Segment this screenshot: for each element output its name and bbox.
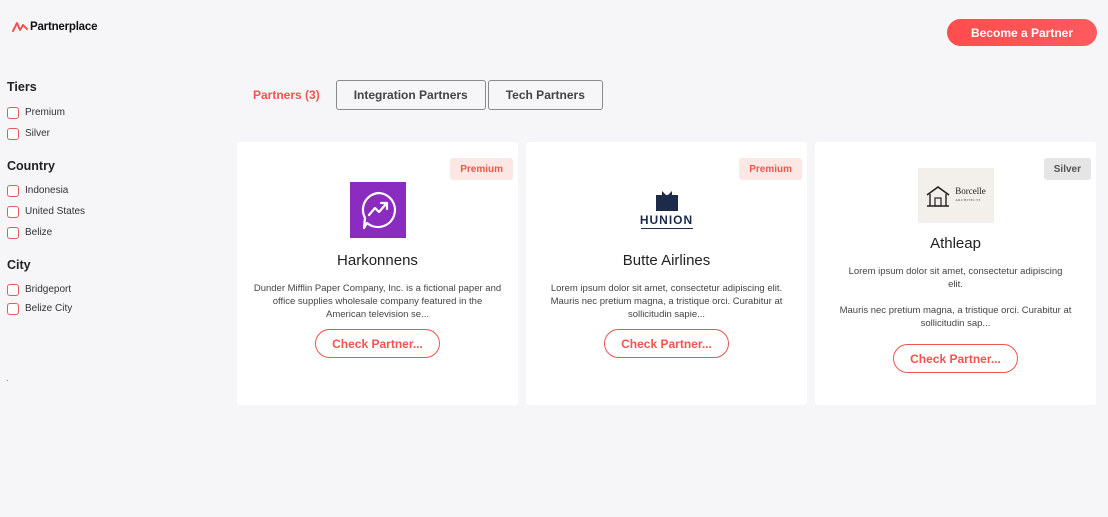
become-partner-button[interactable]: Become a Partner: [947, 19, 1097, 46]
tab-integration-partners[interactable]: Integration Partners: [335, 80, 486, 110]
house-icon: [926, 185, 950, 207]
tier-badge: Premium: [739, 158, 802, 180]
footer-mark: .: [6, 373, 9, 383]
tier-badge: Premium: [450, 158, 513, 180]
partner-description: Dunder Mifflin Paper Company, Inc. is a …: [253, 283, 502, 320]
hunion-logo: HUNION: [639, 182, 695, 238]
partner-description: Lorem ipsum dolor sit amet, consectetur …: [550, 283, 783, 320]
tab-tech-partners[interactable]: Tech Partners: [487, 80, 603, 110]
partner-name: Harkonnens: [337, 252, 418, 269]
brand-logo[interactable]: Partnerplace: [12, 20, 97, 34]
checkbox[interactable]: [7, 205, 19, 218]
partner-description: Lorem ipsum dolor sit amet, consectetur …: [848, 266, 1063, 290]
filter-title-city: City: [7, 258, 31, 272]
hunion-underline: [640, 228, 693, 229]
filter-option-label: Premium: [25, 107, 66, 118]
filter-sidebar: Tiers Premium Silver Country Indonesia U…: [7, 80, 207, 318]
partner-name: Butte Airlines: [622, 252, 711, 269]
partner-card-butte-airlines: Premium HUNION Butte Airlines Lorem ipsu…: [526, 142, 807, 405]
tab-partners[interactable]: Partners (3): [253, 80, 320, 110]
check-partner-button[interactable]: Check Partner...: [893, 344, 1018, 373]
filter-option-silver[interactable]: Silver: [7, 123, 207, 144]
filter-title-tiers: Tiers: [7, 80, 37, 94]
filter-option-label: Silver: [25, 128, 51, 139]
checkbox[interactable]: [7, 127, 19, 140]
partner-name: Athleap: [930, 235, 981, 252]
harkonnens-logo: [349, 182, 406, 238]
filter-option-label: Indonesia: [25, 185, 69, 196]
borcelle-wordmark: Borcelle ARCHITECTS: [955, 185, 986, 205]
checkbox[interactable]: [7, 226, 19, 239]
borcelle-name: Borcelle: [955, 185, 986, 196]
filter-option-bridgeport[interactable]: Bridgeport: [7, 280, 207, 299]
tier-badge: Silver: [1043, 158, 1091, 180]
filter-option-indonesia[interactable]: Indonesia: [7, 180, 207, 201]
checkbox[interactable]: [7, 302, 19, 315]
check-partner-button[interactable]: Check Partner...: [315, 329, 440, 358]
filter-option-belize-city[interactable]: Belize City: [7, 299, 207, 318]
partner-card-athleap: Silver Borcelle ARCHITECTS Athleap Lorem…: [815, 142, 1096, 405]
filter-option-belize[interactable]: Belize: [7, 222, 207, 243]
building-icon: [655, 191, 678, 211]
filter-option-united-states[interactable]: United States: [7, 201, 207, 222]
checkbox[interactable]: [7, 283, 19, 296]
filter-title-country: Country: [7, 159, 55, 173]
partner-cards: Premium Harkonnens Dunder Mifflin Paper …: [237, 142, 1096, 405]
borcelle-logo: Borcelle ARCHITECTS: [917, 168, 994, 223]
borcelle-subtitle: ARCHITECTS: [955, 197, 981, 202]
filter-option-label: Bridgeport: [25, 284, 72, 295]
filter-option-label: Belize City: [25, 303, 73, 314]
filter-option-premium[interactable]: Premium: [7, 102, 207, 123]
partner-tabs: Partners (3) Integration Partners Tech P…: [253, 80, 605, 110]
filter-option-label: United States: [25, 206, 86, 217]
partner-description-2: Mauris nec pretium magna, a tristique or…: [839, 305, 1072, 329]
check-partner-button[interactable]: Check Partner...: [604, 329, 729, 358]
pulse-icon: [12, 22, 28, 32]
brand-name: Partnerplace: [30, 21, 98, 33]
checkbox[interactable]: [7, 106, 19, 119]
filter-group-tiers: Tiers Premium Silver: [7, 80, 207, 144]
filter-option-label: Belize: [25, 227, 53, 238]
hunion-wordmark: HUNION: [639, 213, 694, 227]
filter-group-country: Country Indonesia United States Belize: [7, 159, 207, 243]
partner-card-harkonnens: Premium Harkonnens Dunder Mifflin Paper …: [237, 142, 518, 405]
filter-group-city: City Bridgeport Belize City: [7, 258, 207, 318]
checkbox[interactable]: [7, 184, 19, 197]
